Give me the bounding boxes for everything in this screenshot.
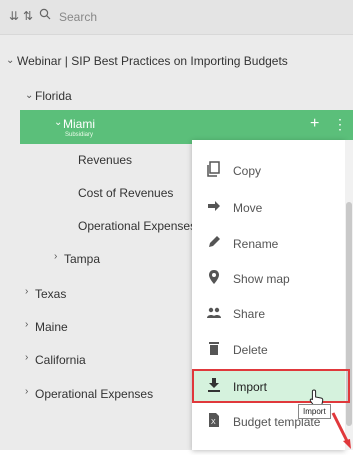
tree-item-label: Florida — [35, 89, 72, 103]
tree-item-label: Operational Expenses — [35, 387, 154, 401]
menu-item-label: Show map — [233, 272, 290, 286]
chevron-right-icon[interactable]: › — [54, 251, 57, 262]
tree-item-root[interactable]: ⌄ Webinar | SIP Best Practices on Import… — [0, 52, 353, 72]
trash-icon — [206, 340, 222, 356]
search-input[interactable]: Search — [59, 10, 97, 24]
menu-item-label: Rename — [233, 237, 279, 251]
tree-item-florida[interactable]: ⌄ Florida — [0, 87, 353, 107]
copy-icon — [206, 161, 222, 177]
search-icon — [39, 8, 51, 23]
tree-item-label: Revenues — [78, 153, 133, 167]
tree-item-label: Maine — [35, 320, 68, 334]
chevron-down-icon[interactable]: ⌄ — [54, 117, 62, 128]
tree-item-label: Tampa — [64, 252, 101, 266]
menu-item-copy[interactable]: Copy — [192, 155, 345, 185]
excel-file-icon: X — [206, 412, 222, 428]
tooltip: Import — [298, 404, 331, 419]
menu-item-show-map[interactable]: Show map — [192, 263, 345, 293]
tree-item-label: Texas — [35, 287, 67, 301]
chevron-right-icon[interactable]: › — [25, 352, 28, 363]
menu-item-share[interactable]: Share — [192, 298, 345, 328]
map-pin-icon — [206, 269, 222, 285]
chevron-right-icon[interactable]: › — [25, 319, 28, 330]
move-arrow-icon — [206, 198, 222, 214]
chevron-right-icon[interactable]: › — [25, 286, 28, 297]
search-bar: ⇊ ⇅ Search — [0, 0, 353, 35]
menu-item-label: Copy — [233, 164, 262, 178]
chevron-down-icon[interactable]: ⌄ — [6, 55, 14, 66]
tree-item-label: Cost of Revenues — [78, 186, 174, 200]
chevron-down-icon[interactable]: ⌄ — [25, 90, 33, 101]
menu-item-rename[interactable]: Rename — [192, 228, 345, 258]
red-arrow-icon — [331, 411, 353, 455]
share-users-icon — [206, 304, 222, 320]
pencil-icon — [206, 234, 222, 250]
tree-item-label: Miami — [63, 117, 95, 131]
menu-item-label: Delete — [233, 343, 268, 357]
svg-text:X: X — [211, 419, 216, 426]
chevron-right-icon[interactable]: › — [25, 386, 28, 397]
tree-item-label: Webinar | SIP Best Practices on Importin… — [17, 54, 288, 68]
tree-item-label: California — [35, 353, 86, 367]
collapse-all-icon[interactable]: ⇊ — [9, 9, 19, 23]
tree-item-miami-selected[interactable]: ⌄ Miami Subsidiary + ⋮ — [20, 110, 353, 144]
tree-item-sublabel: Subsidiary — [65, 132, 94, 138]
menu-item-move[interactable]: Move — [192, 192, 345, 222]
highlight-frame — [192, 369, 350, 403]
menu-item-label: Move — [233, 201, 263, 215]
menu-item-label: Share — [233, 307, 266, 321]
tree-item-label: Operational Expenses — [78, 219, 197, 233]
menu-scrollbar[interactable] — [345, 140, 353, 450]
add-button[interactable]: + — [310, 115, 319, 133]
more-options-button[interactable]: ⋮ — [333, 116, 347, 133]
expand-all-icon[interactable]: ⇅ — [23, 9, 33, 23]
menu-item-delete[interactable]: Delete — [192, 334, 345, 364]
